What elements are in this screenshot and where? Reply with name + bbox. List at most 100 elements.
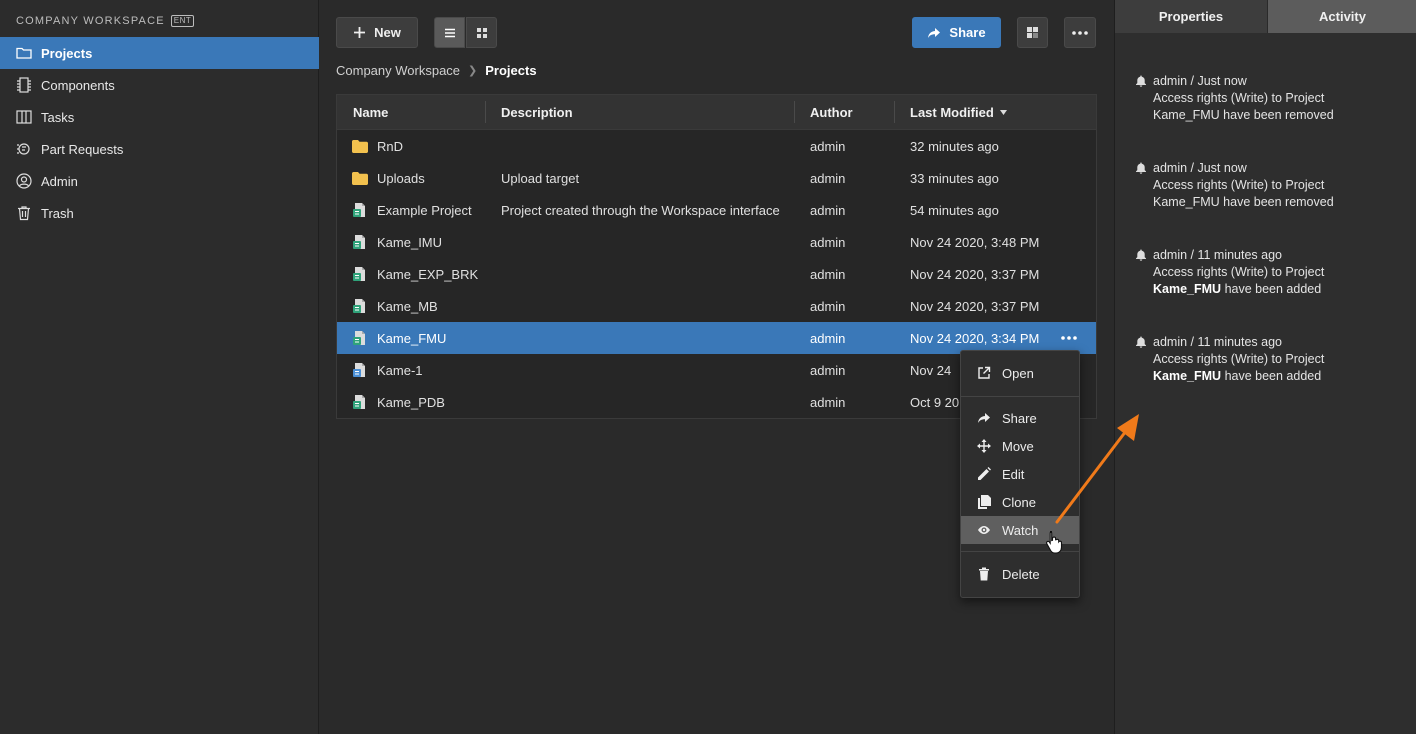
sidebar-item-tasks[interactable]: Tasks [0,101,319,133]
column-header-name[interactable]: Name [353,95,388,130]
project-file-icon [352,322,370,354]
menu-item-share[interactable]: Share [961,404,1079,432]
share-button[interactable]: Share [912,17,1001,48]
menu-item-label: Edit [1002,466,1025,482]
activity-project: Kame_FMU [1153,195,1220,209]
folder-icon [352,130,370,162]
tab-properties[interactable]: Properties [1115,0,1267,33]
menu-item-label: Clone [1002,494,1036,510]
workspace-name: COMPANY WORKSPACE [16,15,165,27]
project-file-icon [352,194,370,226]
menu-item-open[interactable]: Open [961,359,1079,387]
activity-suffix: have been removed [1223,195,1334,209]
sidebar-item-projects[interactable]: Projects [0,37,319,69]
activity-message: Access rights (Write) to Project [1153,91,1325,105]
activity-header: admin / 11 minutes ago [1153,248,1283,262]
menu-item-delete[interactable]: Delete [961,560,1079,588]
menu-item-move[interactable]: Move [961,432,1079,460]
workspace-title: COMPANY WORKSPACE ENT [16,15,195,27]
share-arrow-icon [928,27,941,38]
row-last-modified: Nov 24 2020, 3:37 PM [910,298,1040,314]
project-file-icon [352,354,370,386]
table-row[interactable]: Kame_IMU admin Nov 24 2020, 3:48 PM [337,226,1096,258]
table-row[interactable]: Example Project Project created through t… [337,194,1096,226]
layout-toggle-button[interactable] [1017,17,1048,48]
activity-project: Kame_FMU [1153,108,1220,122]
row-description: Upload target [501,170,580,186]
ellipsis-icon [1072,30,1088,35]
row-last-modified: 32 minutes ago [910,138,999,154]
grid-view-button[interactable] [466,17,497,48]
row-author: admin [810,234,846,250]
trash-icon [18,206,30,221]
activity-message: Access rights (Write) to Project [1153,352,1325,366]
plus-icon [354,27,366,38]
activity-message: Access rights (Write) to Project [1153,265,1325,279]
row-description: Project created through the Workspace in… [501,202,780,218]
column-divider[interactable] [485,101,486,123]
activity-header: admin / 11 minutes ago [1153,335,1283,349]
bell-icon [1135,162,1147,174]
column-header-description[interactable]: Description [501,95,573,130]
row-name: RnD [377,138,404,154]
panel-tabs: Properties Activity [1115,0,1416,33]
open-external-icon [978,366,991,379]
sidebar-item-part-requests[interactable]: Part Requests [0,133,319,165]
menu-item-clone[interactable]: Clone [961,488,1079,516]
row-name: Example Project [377,202,472,218]
ellipsis-icon [1061,336,1077,340]
sidebar-item-admin[interactable]: Admin [0,165,319,197]
project-file-icon [352,386,370,418]
new-button-label: New [374,25,401,40]
sidebar-item-trash[interactable]: Trash [0,197,319,229]
context-menu: Open Share Move Edit Clone Watch Delete [960,350,1080,598]
menu-item-label: Watch [1002,522,1039,538]
breadcrumb: Company Workspace ❯ Projects [336,63,537,78]
table-row[interactable]: Kame_EXP_BRK admin Nov 24 2020, 3:37 PM [337,258,1096,290]
list-view-button[interactable] [434,17,465,48]
sidebar-item-label: Components [41,77,115,93]
activity-suffix: have been removed [1223,108,1334,122]
row-author: admin [810,298,846,314]
sidebar-item-label: Tasks [41,109,75,125]
table-header: Name Description Author Last Modified [337,95,1096,130]
sidebar: COMPANY WORKSPACE ENT Projects Component… [0,0,319,734]
activity-detail: Kame_FMU have been added [1153,368,1403,385]
column-header-author[interactable]: Author [810,95,853,130]
activity-project: Kame_FMU [1153,282,1222,296]
tab-activity[interactable]: Activity [1267,0,1416,33]
activity-detail: Kame_FMU have been removed [1153,194,1403,211]
new-button[interactable]: New [336,17,418,48]
row-author: admin [810,362,846,378]
activity-item: admin / Just now Access rights (Write) to… [1136,160,1403,211]
row-last-modified: Oct 9 20 [910,394,960,410]
sort-down-icon [999,110,1007,115]
column-header-last-modified[interactable]: Last Modified [910,95,1007,130]
move-icon [977,439,991,453]
menu-item-edit[interactable]: Edit [961,460,1079,488]
folder-icon [16,47,32,59]
activity-header: admin / Just now [1153,74,1247,88]
bell-icon [1135,249,1147,261]
sidebar-item-components[interactable]: Components [0,69,319,101]
row-author: admin [810,394,846,410]
trash-icon [979,567,989,581]
row-last-modified: Nov 24 2020, 3:48 PM [910,234,1040,250]
row-name: Uploads [377,170,425,186]
layout-icon [1027,27,1038,38]
project-file-icon [352,258,370,290]
column-divider[interactable] [794,101,795,123]
table-row[interactable]: Kame_MB admin Nov 24 2020, 3:37 PM [337,290,1096,322]
table-row[interactable]: RnD admin 32 minutes ago [337,130,1096,162]
row-author: admin [810,330,846,346]
activity-item: admin / Just now Access rights (Write) to… [1136,73,1403,124]
activity-detail: Kame_FMU have been added [1153,281,1403,298]
row-author: admin [810,138,846,154]
breadcrumb-root[interactable]: Company Workspace [336,63,460,78]
column-divider[interactable] [894,101,895,123]
table-row[interactable]: Uploads Upload target admin 33 minutes ago [337,162,1096,194]
activity-item: admin / 11 minutes ago Access rights (Wri… [1136,247,1403,298]
row-name: Kame_IMU [377,234,443,250]
sidebar-item-label: Part Requests [41,141,124,157]
more-options-button[interactable] [1064,17,1096,48]
